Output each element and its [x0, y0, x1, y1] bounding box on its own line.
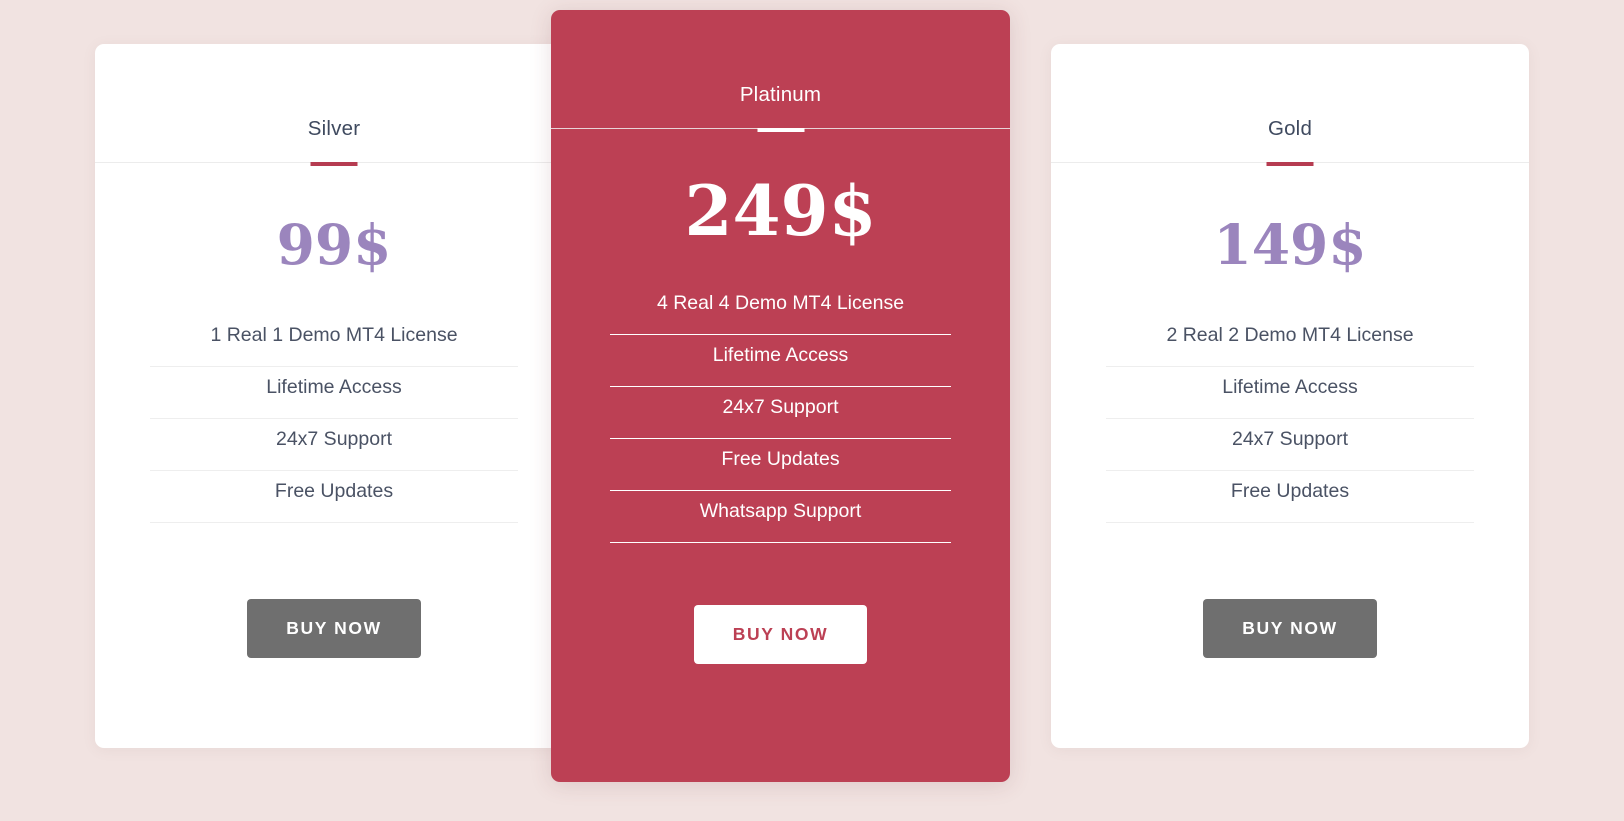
- plan-name-platinum: Platinum: [739, 83, 822, 106]
- pricing-table: Silver 99$ 1 Real 1 Demo MT4 License Lif…: [0, 0, 1624, 821]
- header-divider: [551, 127, 1010, 132]
- feature-list-silver: 1 Real 1 Demo MT4 License Lifetime Acces…: [95, 315, 573, 523]
- plan-price-gold: 149$: [1213, 211, 1367, 277]
- plan-name-silver: Silver: [307, 117, 361, 140]
- feature-item: Free Updates: [150, 471, 518, 523]
- feature-item: Free Updates: [610, 439, 951, 491]
- buy-now-button-gold[interactable]: BUY NOW: [1203, 598, 1377, 658]
- header-divider: [1051, 161, 1529, 166]
- buy-now-button-silver[interactable]: BUY NOW: [247, 598, 421, 658]
- card-header-silver: Silver: [95, 44, 573, 166]
- feature-list-platinum: 4 Real 4 Demo MT4 License Lifetime Acces…: [551, 283, 1010, 543]
- title-accent-bar: [757, 127, 804, 132]
- feature-item: Whatsapp Support: [610, 491, 951, 543]
- feature-item: Lifetime Access: [1106, 367, 1474, 419]
- feature-item: 24x7 Support: [1106, 419, 1474, 471]
- pricing-card-gold[interactable]: Gold 149$ 2 Real 2 Demo MT4 License Life…: [1051, 44, 1529, 748]
- plan-price-silver: 99$: [276, 211, 392, 277]
- pricing-card-silver[interactable]: Silver 99$ 1 Real 1 Demo MT4 License Lif…: [95, 44, 573, 748]
- plan-price-platinum: 249$: [684, 170, 877, 252]
- title-accent-bar: [310, 161, 358, 166]
- header-divider: [95, 161, 573, 166]
- card-header-platinum: Platinum: [551, 10, 1010, 132]
- feature-item: 24x7 Support: [610, 387, 951, 439]
- buy-now-button-platinum[interactable]: BUY NOW: [693, 604, 868, 664]
- plan-name-gold: Gold: [1267, 117, 1313, 140]
- feature-item: 2 Real 2 Demo MT4 License: [1106, 315, 1474, 367]
- feature-item: 1 Real 1 Demo MT4 License: [150, 315, 518, 367]
- feature-item: Lifetime Access: [150, 367, 518, 419]
- feature-item: Lifetime Access: [610, 335, 951, 387]
- pricing-card-platinum[interactable]: Platinum 249$ 4 Real 4 Demo MT4 License …: [551, 10, 1010, 782]
- title-accent-bar: [1266, 161, 1314, 166]
- feature-item: 4 Real 4 Demo MT4 License: [610, 283, 951, 335]
- feature-item: 24x7 Support: [150, 419, 518, 471]
- card-header-gold: Gold: [1051, 44, 1529, 166]
- feature-item: Free Updates: [1106, 471, 1474, 523]
- feature-list-gold: 2 Real 2 Demo MT4 License Lifetime Acces…: [1051, 315, 1529, 523]
